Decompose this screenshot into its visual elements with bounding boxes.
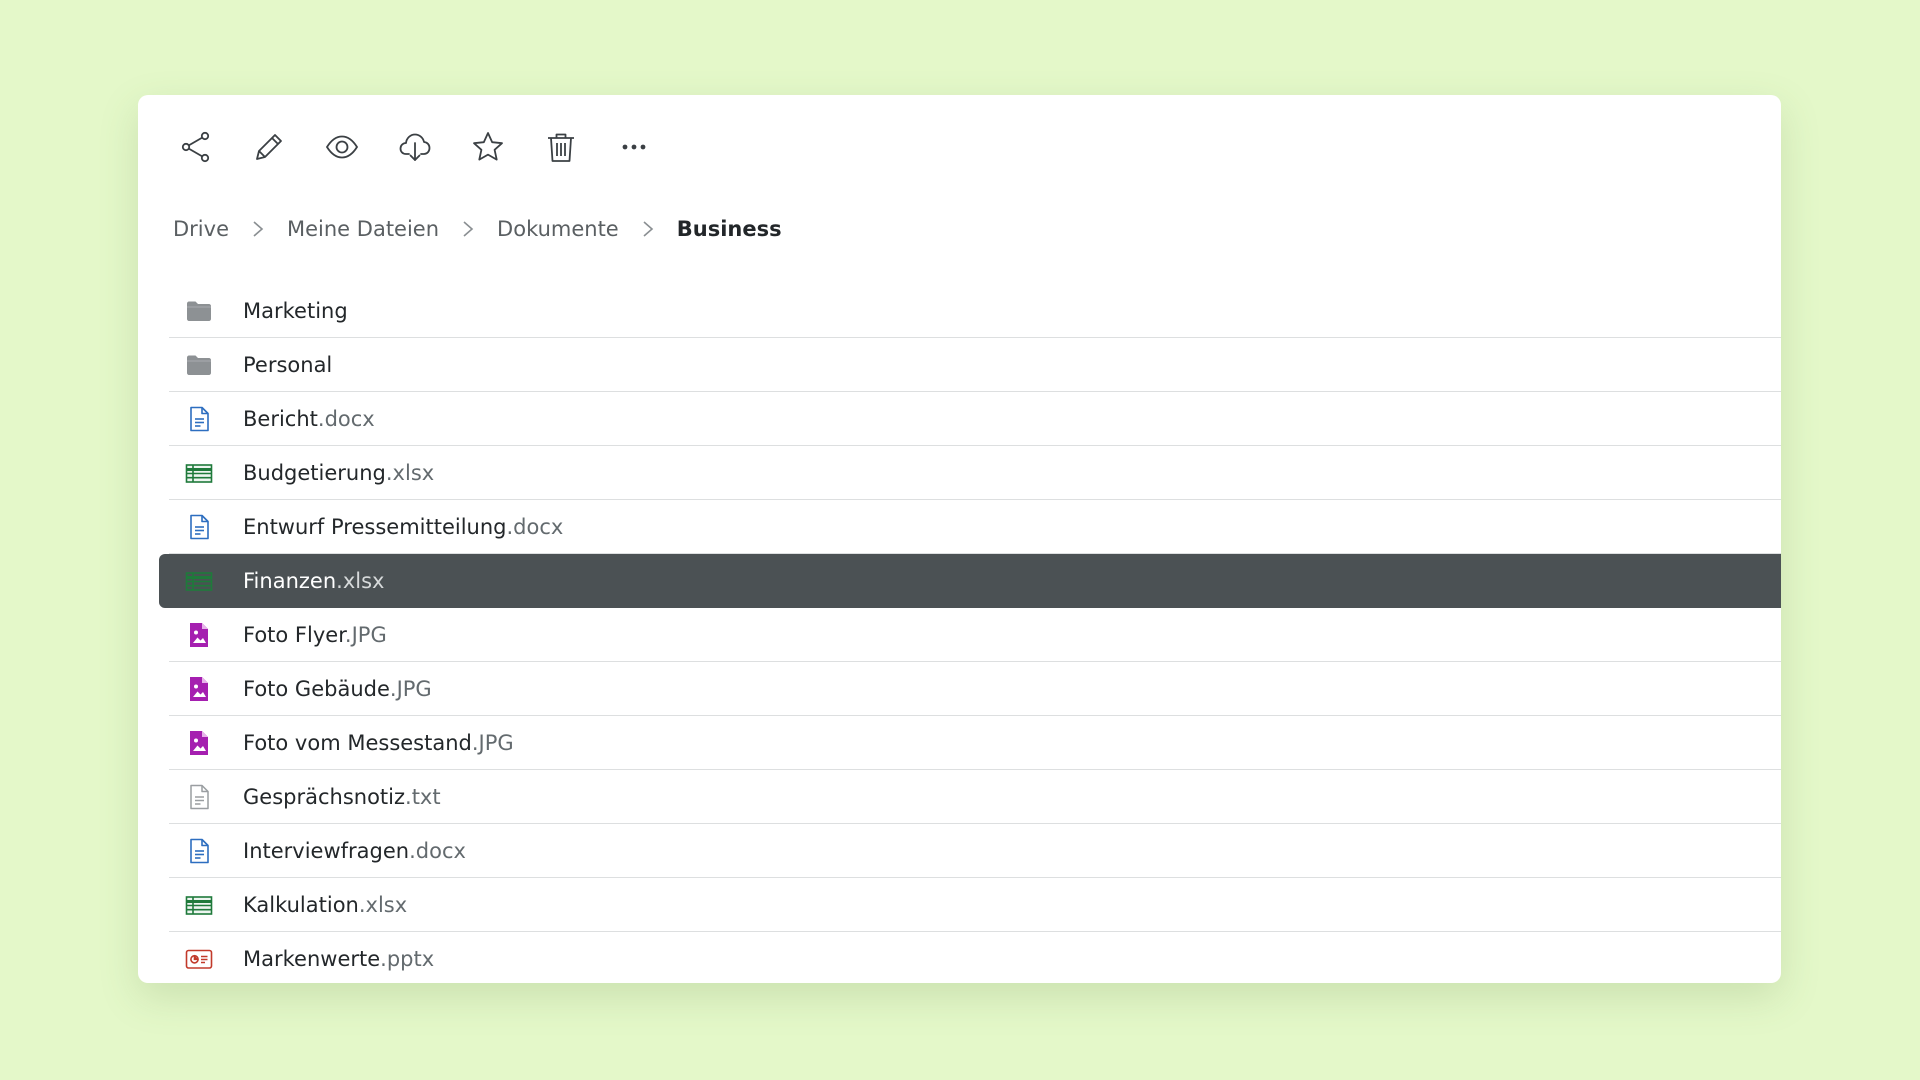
breadcrumb: Drive Meine Dateien Dokumente Business: [173, 217, 782, 241]
image-icon: [184, 674, 214, 704]
file-extension: .xlsx: [358, 892, 408, 917]
folder-icon: [184, 296, 214, 326]
more-button[interactable]: [614, 129, 654, 169]
file-name: Entwurf Pressemitteilung.docx: [243, 515, 563, 539]
file-name: Kalkulation.xlsx: [243, 893, 407, 917]
file-row[interactable]: Budgetierung.xlsx: [169, 446, 1781, 500]
star-icon: [470, 129, 506, 169]
file-extension: .pptx: [380, 946, 435, 971]
chevron-right-icon: [637, 218, 659, 240]
download-button[interactable]: [395, 129, 435, 169]
preview-button[interactable]: [322, 129, 362, 169]
file-row[interactable]: Bericht.docx: [169, 392, 1781, 446]
file-row[interactable]: Foto Gebäude.JPG: [169, 662, 1781, 716]
image-icon: [184, 620, 214, 650]
spreadsheet-icon: [184, 890, 214, 920]
file-name-base: Marketing: [243, 298, 348, 323]
file-name-base: Foto Gebäude: [243, 676, 390, 701]
file-row[interactable]: Interviewfragen.docx: [169, 824, 1781, 878]
share-icon: [178, 129, 214, 169]
file-extension: .JPG: [389, 676, 432, 701]
eye-icon: [324, 129, 360, 169]
file-name-base: Foto Flyer: [243, 622, 345, 647]
file-extension: .docx: [506, 514, 564, 539]
file-row[interactable]: Personal: [169, 338, 1781, 392]
file-extension: .JPG: [471, 730, 514, 755]
spreadsheet-icon: [184, 458, 214, 488]
file-name: Finanzen.xlsx: [243, 569, 384, 593]
cloud-download-icon: [397, 129, 433, 169]
file-name-base: Interviewfragen: [243, 838, 410, 863]
delete-button[interactable]: [541, 129, 581, 169]
chevron-right-icon: [457, 218, 479, 240]
share-button[interactable]: [176, 129, 216, 169]
file-row[interactable]: Markenwerte.pptx: [169, 932, 1781, 983]
file-row[interactable]: Marketing: [169, 284, 1781, 338]
toolbar: [176, 129, 687, 169]
more-icon: [616, 129, 652, 169]
breadcrumb-item-meine-dateien[interactable]: Meine Dateien: [287, 217, 439, 241]
file-extension: .docx: [317, 406, 375, 431]
file-name-base: Budgetierung: [243, 460, 386, 485]
document-icon: [184, 512, 214, 542]
file-name: Interviewfragen.docx: [243, 839, 466, 863]
file-name: Gesprächsnotiz.txt: [243, 785, 441, 809]
file-extension: .docx: [409, 838, 466, 863]
file-name-base: Entwurf Pressemitteilung: [243, 514, 507, 539]
file-name: Marketing: [243, 299, 348, 323]
file-name-base: Kalkulation: [243, 892, 359, 917]
presentation-icon: [184, 944, 214, 974]
file-extension: .JPG: [344, 622, 387, 647]
file-name: Foto vom Messestand.JPG: [243, 731, 514, 755]
breadcrumb-item-dokumente[interactable]: Dokumente: [497, 217, 619, 241]
trash-icon: [543, 129, 579, 169]
file-name: Bericht.docx: [243, 407, 375, 431]
file-name: Foto Gebäude.JPG: [243, 677, 432, 701]
file-name-base: Personal: [243, 352, 333, 377]
file-name-base: Gesprächsnotiz: [243, 784, 406, 809]
breadcrumb-item-business: Business: [676, 217, 782, 241]
favorite-button[interactable]: [468, 129, 508, 169]
edit-button[interactable]: [249, 129, 289, 169]
document-icon: [184, 404, 214, 434]
file-row[interactable]: Foto vom Messestand.JPG: [169, 716, 1781, 770]
file-name: Personal: [243, 353, 332, 377]
file-name: Budgetierung.xlsx: [243, 461, 434, 485]
text-file-icon: [184, 782, 214, 812]
file-row[interactable]: Kalkulation.xlsx: [169, 878, 1781, 932]
file-list: Marketing Personal Bericht.docx Budgetierun…: [159, 284, 1781, 983]
chevron-right-icon: [247, 218, 269, 240]
image-icon: [184, 728, 214, 758]
spreadsheet-icon: [184, 566, 214, 596]
file-extension: .xlsx: [385, 460, 435, 485]
file-row[interactable]: Foto Flyer.JPG: [169, 608, 1781, 662]
folder-icon: [184, 350, 214, 380]
file-row[interactable]: Entwurf Pressemitteilung.docx: [169, 500, 1781, 554]
file-browser-panel: Drive Meine Dateien Dokumente Business M…: [138, 95, 1781, 983]
file-row[interactable]: Gesprächsnotiz.txt: [169, 770, 1781, 824]
breadcrumb-item-drive[interactable]: Drive: [173, 217, 229, 241]
file-row-selected[interactable]: Finanzen.xlsx: [159, 554, 1781, 608]
file-name-base: Foto vom Messestand: [243, 730, 472, 755]
file-name: Markenwerte.pptx: [243, 947, 434, 971]
pencil-icon: [251, 129, 287, 169]
document-icon: [184, 836, 214, 866]
file-name-base: Finanzen: [243, 568, 337, 593]
file-name-base: Markenwerte: [243, 946, 381, 971]
file-extension: .txt: [405, 784, 441, 809]
file-name: Foto Flyer.JPG: [243, 623, 387, 647]
file-name-base: Bericht: [243, 406, 318, 431]
file-extension: .xlsx: [336, 568, 385, 593]
